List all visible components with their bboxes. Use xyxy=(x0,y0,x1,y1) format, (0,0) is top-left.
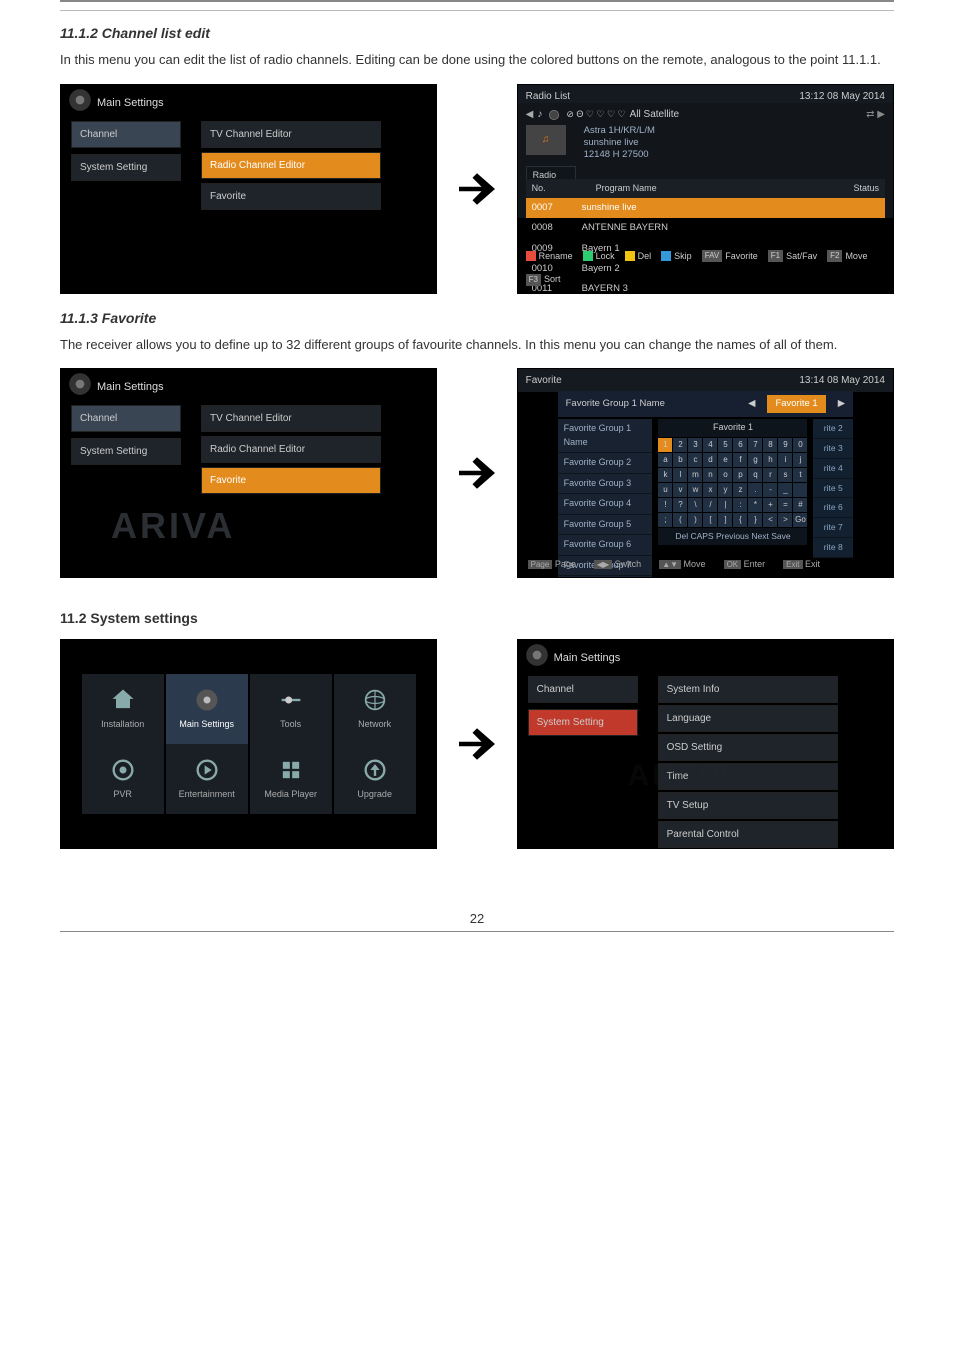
tile-main-settings[interactable]: Main Settings xyxy=(166,674,248,744)
list-item[interactable]: Favorite Group 3 xyxy=(558,474,653,495)
submenu-system-info[interactable]: System Info xyxy=(658,676,838,703)
screenshot-radio-list: Radio List 13:12 08 May 2014 ◀ ♪ ⊘ Θ ♡ ♡… xyxy=(517,84,894,294)
favorite-groups: Favorite Group 1 Name Favorite Group 2 F… xyxy=(558,419,653,578)
screenshot-main-settings-channel: Main Settings Channel System Setting TV … xyxy=(60,84,437,294)
list-item[interactable]: Favorite Group 1 Name xyxy=(558,419,653,453)
heart-icon xyxy=(546,107,562,123)
submenu-radio-channel-editor[interactable]: Radio Channel Editor xyxy=(201,152,381,179)
arrow-icon xyxy=(445,717,508,771)
arrow-icon xyxy=(445,446,508,500)
favorite-action[interactable]: Favorite xyxy=(725,250,758,264)
heading-channel-list-edit: 11.1.2 Channel list edit xyxy=(60,23,894,44)
list-item[interactable]: Favorite Group 5 xyxy=(558,515,653,536)
tile-upgrade[interactable]: Upgrade xyxy=(334,744,416,814)
main-settings-title: Main Settings xyxy=(97,95,164,112)
arrow-icon xyxy=(445,162,508,216)
sidebar-item-system-setting[interactable]: System Setting xyxy=(528,709,638,736)
gear-icon xyxy=(67,87,93,113)
globe-icon xyxy=(361,686,389,714)
screenshot-favorite-edit: Favorite 13:14 08 May 2014 Favorite Grou… xyxy=(517,368,894,578)
paragraph-1112: In this menu you can edit the list of ra… xyxy=(60,50,894,70)
gear-icon xyxy=(67,371,93,397)
tile-media-player[interactable]: Media Player xyxy=(250,744,332,814)
screenshot-system-setting-menu: Main Settings Channel System Setting Sys… xyxy=(517,639,894,849)
tile-entertainment[interactable]: Entertainment xyxy=(166,744,248,814)
ariva-watermark: ARIVA xyxy=(111,499,235,553)
submenu-radio-channel-editor[interactable]: Radio Channel Editor xyxy=(201,436,381,463)
list-item[interactable]: Favorite Group 6 xyxy=(558,535,653,556)
favorite-selected-chip[interactable]: Favorite 1 xyxy=(767,395,825,413)
satfav-action[interactable]: Sat/Fav xyxy=(786,250,817,264)
grid-icon xyxy=(277,756,305,784)
home-icon xyxy=(109,686,137,714)
submenu-tv-channel-editor[interactable]: TV Channel Editor xyxy=(201,121,381,148)
submenu-parental-control[interactable]: Parental Control xyxy=(658,821,838,848)
sidebar-item-channel[interactable]: Channel xyxy=(528,676,638,703)
list-item[interactable]: Favorite Group 4 xyxy=(558,494,653,515)
all-satellite-label: All Satellite xyxy=(630,107,679,122)
list-item[interactable]: 0007sunshine live xyxy=(526,198,885,218)
exit-action[interactable]: Exit xyxy=(805,559,820,569)
sidebar-item-system-setting[interactable]: System Setting xyxy=(71,438,181,465)
lock-action[interactable]: Lock xyxy=(596,250,615,264)
screenshot-home-grid: Installation Main Settings Tools Network xyxy=(60,639,437,849)
upgrade-icon xyxy=(361,756,389,784)
favorite-values: rite 2 rite 3 rite 4 rite 5 rite 6 rite … xyxy=(813,419,853,578)
del-action[interactable]: Del xyxy=(638,250,652,264)
note-icon: ♪ xyxy=(537,107,542,122)
list-item[interactable]: 0008ANTENNE BAYERN xyxy=(526,218,885,238)
move-action[interactable]: Move xyxy=(684,559,706,569)
submenu-favorite[interactable]: Favorite xyxy=(201,467,381,494)
submenu-tv-channel-editor[interactable]: TV Channel Editor xyxy=(201,405,381,432)
gear-icon xyxy=(524,642,550,668)
screenshot-main-settings-favorite: Main Settings Channel System Setting TV … xyxy=(60,368,437,578)
record-icon xyxy=(109,756,137,784)
move-action[interactable]: Move xyxy=(845,250,867,264)
tile-network[interactable]: Network xyxy=(334,674,416,744)
list-item[interactable]: Favorite Group 2 xyxy=(558,453,653,474)
tile-pvr[interactable]: PVR xyxy=(82,744,164,814)
sidebar-item-channel[interactable]: Channel xyxy=(71,405,181,432)
on-screen-keyboard[interactable]: Favorite 1 1234567890 abcdefghij klmnopq… xyxy=(658,419,807,578)
skip-action[interactable]: Skip xyxy=(674,250,692,264)
freq-line: 12148 H 27500 xyxy=(584,149,655,161)
enter-action[interactable]: Enter xyxy=(744,559,766,569)
paragraph-1113: The receiver allows you to define up to … xyxy=(60,335,894,355)
radio-list-datetime: 13:12 08 May 2014 xyxy=(799,89,885,104)
submenu-language[interactable]: Language xyxy=(658,705,838,732)
ariva-watermark: ARIVA xyxy=(628,753,734,798)
sidebar-item-system-setting[interactable]: System Setting xyxy=(71,154,181,181)
sidebar-item-channel[interactable]: Channel xyxy=(71,121,181,148)
rename-action[interactable]: Rename xyxy=(539,250,573,264)
tile-installation[interactable]: Installation xyxy=(82,674,164,744)
slider-icon xyxy=(277,686,305,714)
heading-system-settings: 11.2 System settings xyxy=(60,608,894,629)
switch-action[interactable]: Switch xyxy=(615,559,642,569)
tile-tools[interactable]: Tools xyxy=(250,674,332,744)
gear-icon xyxy=(193,686,221,714)
page-number: 22 xyxy=(60,909,894,929)
submenu-favorite[interactable]: Favorite xyxy=(201,183,381,210)
play-icon xyxy=(193,756,221,784)
current-station: sunshine live xyxy=(584,137,655,149)
radio-list-title: Radio List xyxy=(526,89,570,104)
sat-line: Astra 1H/KR/L/M xyxy=(584,125,655,137)
sort-action[interactable]: Sort xyxy=(544,273,561,287)
heading-favorite: 11.1.3 Favorite xyxy=(60,308,894,329)
list-item[interactable]: Favorite Group 8 xyxy=(558,576,653,578)
